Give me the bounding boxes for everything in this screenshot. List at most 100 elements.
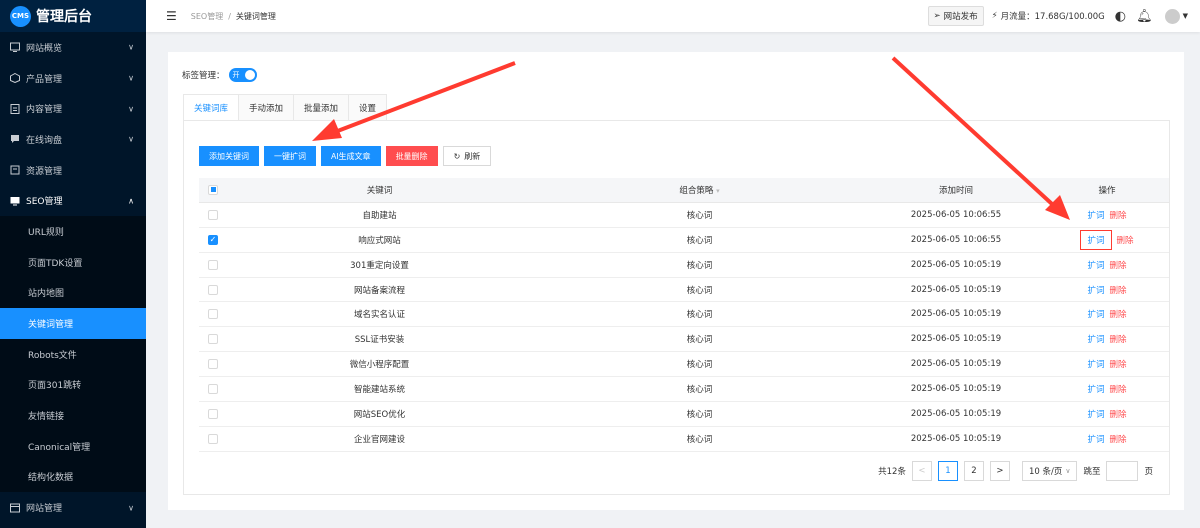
sidebar-sub-structured[interactable]: 结构化数据 <box>0 462 146 493</box>
next-page-button[interactable]: > <box>989 461 1010 481</box>
logo: CMS 管理后台 <box>0 0 146 32</box>
tab-batch-add[interactable]: 批量添加 <box>293 94 350 120</box>
expand-link[interactable]: 扩词 <box>1087 286 1104 296</box>
chevron-down-icon: ∨ <box>1065 467 1071 475</box>
sidebar-sub-friendlinks[interactable]: 友情链接 <box>0 400 146 431</box>
theme-toggle-icon[interactable]: ◐ <box>1115 9 1126 24</box>
delete-link[interactable]: 删除 <box>1110 211 1127 221</box>
keyword-table: 关键词 组合策略 ▾ 添加时间 操作 自助建站核心词 2025-06-05 10:… <box>199 178 1169 452</box>
delete-link[interactable]: 删除 <box>1110 286 1127 296</box>
tab-manual-add[interactable]: 手动添加 <box>238 94 295 120</box>
expand-link[interactable]: 扩词 <box>1087 410 1104 420</box>
cell-strategy: 核心词 <box>686 335 713 346</box>
row-checkbox[interactable] <box>208 384 218 395</box>
publish-label: 网站发布 <box>943 12 978 22</box>
select-all-checkbox[interactable] <box>208 184 218 195</box>
chevron-down-icon: ∨ <box>128 42 134 52</box>
sidebar-item-inquiry[interactable]: 在线询盘 ∨ <box>0 124 146 155</box>
delete-link[interactable]: 删除 <box>1117 236 1134 246</box>
sidebar-item-resources[interactable]: 资源管理 <box>0 155 146 186</box>
expand-link[interactable]: 扩词 <box>1087 385 1104 395</box>
cell-keyword: 自助建站 <box>362 210 397 221</box>
top-header: ☰ SEO管理 / 关键词管理 ➢ 网站发布 ⚡ 月流量：17.68G/100.… <box>146 0 1200 32</box>
row-checkbox[interactable] <box>208 309 218 320</box>
chevron-down-icon: ∨ <box>128 503 134 513</box>
menu-fold-icon[interactable]: ☰ <box>166 9 177 23</box>
chevron-down-icon[interactable]: ▼ <box>1183 12 1188 20</box>
chevron-down-icon: ∨ <box>128 73 134 83</box>
chat-icon <box>10 134 20 144</box>
table-row: 网站SEO优化 核心词 2025-06-05 10:05:19 扩词 删除 <box>199 402 1169 427</box>
add-keyword-button[interactable]: 添加关键词 <box>199 146 259 166</box>
delete-link[interactable]: 删除 <box>1110 435 1127 445</box>
sidebar-sub-sitemap[interactable]: 站内地图 <box>0 278 146 309</box>
delete-link[interactable]: 删除 <box>1110 385 1127 395</box>
cell-strategy: 核心词 <box>686 385 713 396</box>
delete-link[interactable]: 删除 <box>1110 360 1127 370</box>
row-checkbox[interactable]: ✓ <box>208 234 218 245</box>
expand-link[interactable]: 扩词 <box>1087 211 1104 221</box>
sidebar-item-site[interactable]: 网站管理 ∨ <box>0 492 146 523</box>
sidebar-sub-url-rules[interactable]: URL规则 <box>0 216 146 247</box>
tag-management-label: 标签管理： <box>182 71 225 81</box>
table-row: 网站备案流程 核心词 2025-06-05 10:05:19 扩词 删除 <box>199 278 1169 303</box>
total-count: 共12条 <box>878 467 906 477</box>
row-checkbox[interactable] <box>208 359 218 370</box>
sidebar-item-content[interactable]: 内容管理 ∨ <box>0 93 146 124</box>
sidebar-sub-301[interactable]: 页面301跳转 <box>0 370 146 401</box>
sort-icon: ▾ <box>716 186 720 195</box>
sidebar-sub-canonical[interactable]: Canonical管理 <box>0 431 146 462</box>
tab-settings[interactable]: 设置 <box>348 94 388 120</box>
expand-link[interactable]: 扩词 <box>1087 236 1104 246</box>
delete-link[interactable]: 删除 <box>1110 335 1127 345</box>
sidebar-item-overview[interactable]: 网站概览 ∨ <box>0 32 146 63</box>
sidebar-sub-keywords[interactable]: 关键词管理 <box>0 308 146 339</box>
prev-page-button[interactable]: < <box>911 461 932 481</box>
delete-link[interactable]: 删除 <box>1110 261 1127 271</box>
tab-keyword-library[interactable]: 关键词库 <box>183 94 240 120</box>
row-checkbox[interactable] <box>208 334 218 345</box>
page-2-button[interactable]: 2 <box>963 461 984 481</box>
cell-time: 2025-06-05 10:05:19 <box>910 259 1002 270</box>
row-checkbox[interactable] <box>208 209 218 220</box>
row-checkbox[interactable] <box>208 408 218 419</box>
cell-time: 2025-06-05 10:06:55 <box>910 209 1002 220</box>
row-checkbox[interactable] <box>208 259 218 270</box>
table-header: 关键词 组合策略 ▾ 添加时间 操作 <box>199 178 1169 203</box>
doc-icon <box>10 103 20 114</box>
cell-time: 2025-06-05 10:06:55 <box>910 234 1002 245</box>
sidebar-item-products[interactable]: 产品管理 ∨ <box>0 63 146 94</box>
main-card: 标签管理： 开 关键词库 手动添加 批量添加 设置 添加关键词 一键扩词 AI生… <box>168 52 1184 510</box>
bell-icon[interactable]: 🔔︎ <box>1136 9 1153 24</box>
delete-link[interactable]: 删除 <box>1110 310 1127 320</box>
expand-keywords-button[interactable]: 一键扩词 <box>264 146 316 166</box>
expand-link[interactable]: 扩词 <box>1087 335 1104 345</box>
delete-link[interactable]: 删除 <box>1110 410 1127 420</box>
header-strategy[interactable]: 组合策略 ▾ <box>532 184 867 196</box>
sidebar-item-seo[interactable]: SEO管理 ∧ <box>0 185 146 216</box>
sidebar-sub-tdk[interactable]: 页面TDK设置 <box>0 247 146 278</box>
page-1-button[interactable]: 1 <box>937 461 958 481</box>
expand-link[interactable]: 扩词 <box>1087 435 1104 445</box>
row-checkbox[interactable] <box>208 433 218 444</box>
batch-delete-button[interactable]: 批量删除 <box>385 146 438 166</box>
refresh-button[interactable]: ↻ 刷新 <box>442 146 492 166</box>
table-row: 301重定向设置 核心词 2025-06-05 10:05:19 扩词 删除 <box>199 253 1169 278</box>
breadcrumb-seo[interactable]: SEO管理 <box>191 11 223 22</box>
page-size-select[interactable]: 10 条/页 ∨ <box>1021 461 1078 481</box>
cell-time: 2025-06-05 10:05:19 <box>910 384 1002 395</box>
goto-page-input[interactable] <box>1106 461 1139 481</box>
row-checkbox[interactable] <box>208 284 218 295</box>
expand-link[interactable]: 扩词 <box>1087 261 1104 271</box>
sidebar-item-label: 在线询盘 <box>26 135 63 146</box>
expand-link[interactable]: 扩词 <box>1087 310 1104 320</box>
sidebar-sub-robots[interactable]: Robots文件 <box>0 339 146 370</box>
ai-article-button[interactable]: AI生成文章 <box>321 146 381 166</box>
expand-link[interactable]: 扩词 <box>1087 360 1104 370</box>
switch-label: 开 <box>232 71 240 79</box>
cell-ops: 扩词 删除 <box>1045 333 1169 345</box>
chevron-up-icon: ∧ <box>128 196 134 206</box>
avatar[interactable] <box>1164 8 1180 24</box>
publish-button[interactable]: ➢ 网站发布 <box>927 6 984 26</box>
tag-management-switch[interactable]: 开 <box>228 68 257 82</box>
